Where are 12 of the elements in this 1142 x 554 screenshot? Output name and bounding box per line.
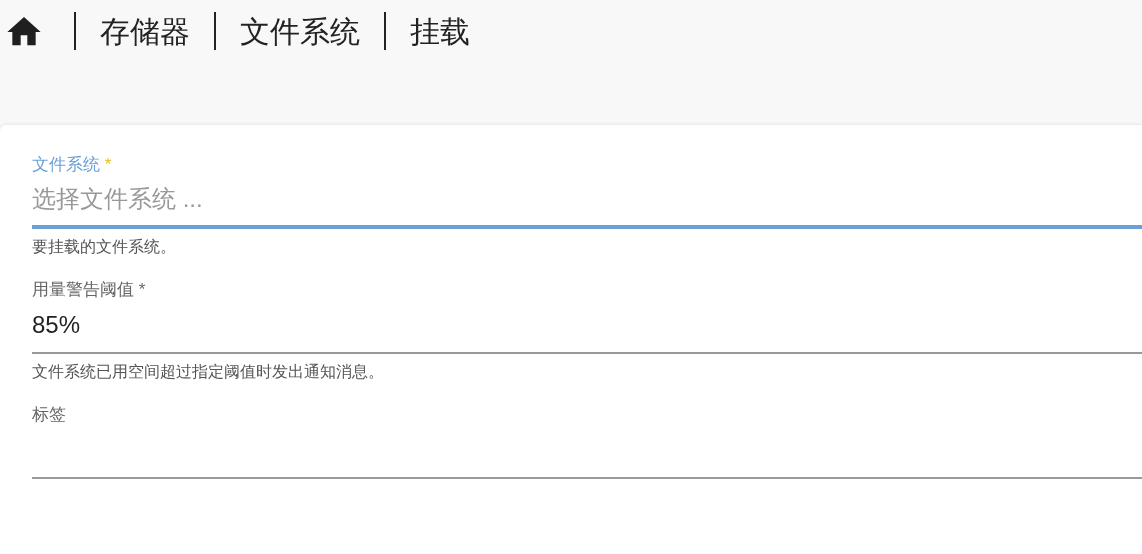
input-field[interactable]: 选择文件系统 ...: [32, 177, 1142, 229]
field-hint: 要挂载的文件系统。: [32, 237, 177, 257]
input-field[interactable]: 85%: [32, 302, 1142, 354]
required-mark: *: [138, 280, 146, 299]
field-label: 用量警告阈值 *: [32, 279, 147, 301]
field-label: 标签: [32, 404, 67, 426]
field-hint: 文件系统已用空间超过指定阈值时发出通知消息。: [32, 362, 385, 382]
field-label: 文件系统 *: [32, 154, 113, 176]
breadcrumb-link[interactable]: 存储器: [100, 12, 190, 52]
breadcrumb-link[interactable]: 文件系统: [240, 12, 360, 52]
breadcrumb-link[interactable]: 挂载: [410, 12, 470, 52]
required-mark: *: [104, 155, 112, 174]
